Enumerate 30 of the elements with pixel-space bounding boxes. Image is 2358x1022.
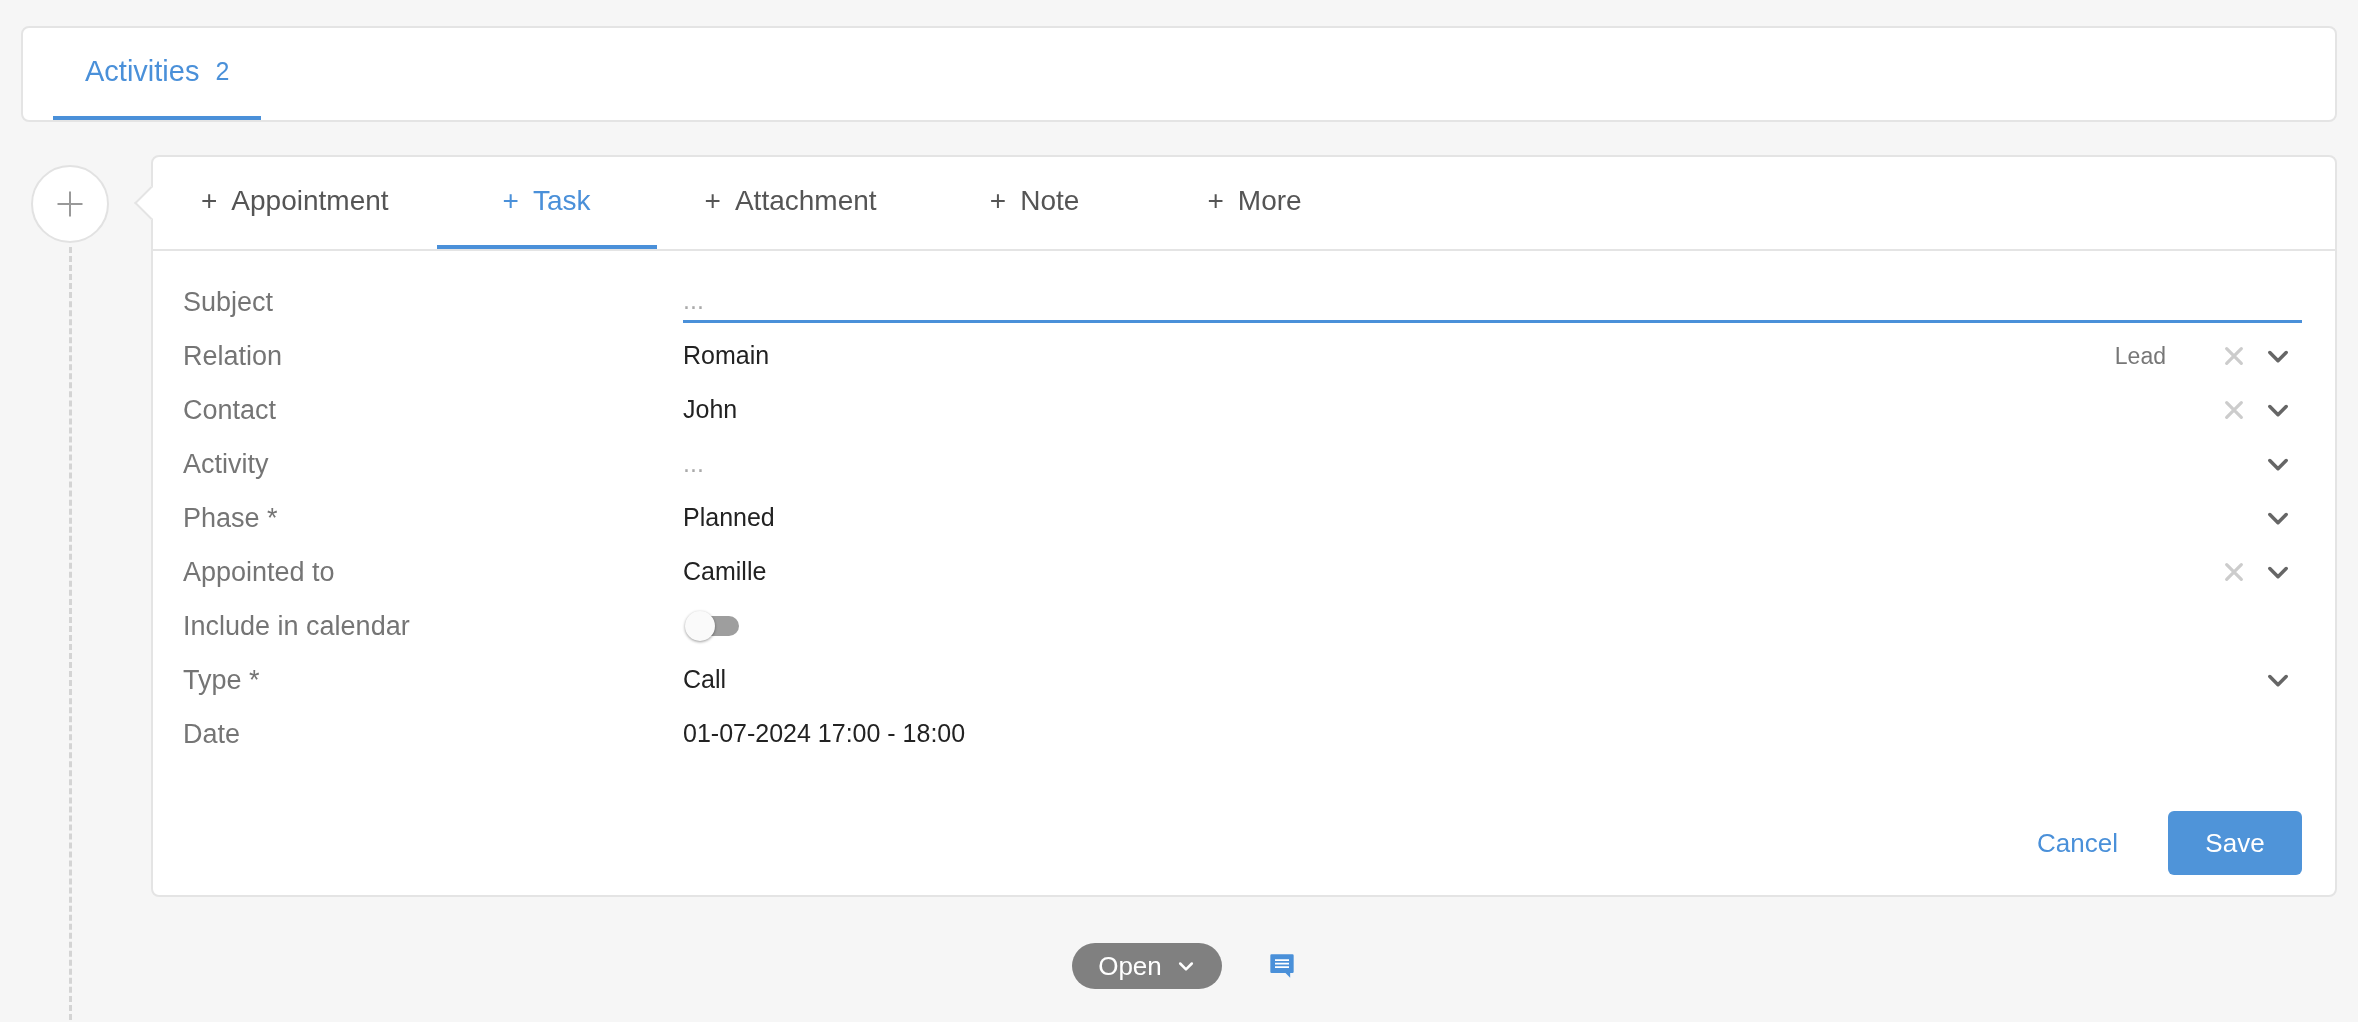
select-field[interactable]: John [683, 389, 2302, 431]
field-label: Relation [183, 340, 283, 371]
select-placeholder: ... [683, 448, 704, 480]
select-value: Camille [683, 556, 767, 588]
select-field[interactable]: Camille [683, 551, 2302, 593]
field-label: Type * [183, 664, 260, 695]
select-field[interactable]: Romain Lead [683, 335, 2302, 377]
activity-type-tab[interactable]: + Note [924, 157, 1145, 249]
status-dropdown[interactable]: Open [1072, 943, 1222, 989]
activity-type-tab[interactable]: + Appointment [153, 157, 437, 249]
activity-type-tab[interactable]: + More [1144, 157, 1365, 249]
field-label: Include in calendar [183, 610, 410, 641]
comment-icon[interactable] [1267, 952, 1296, 980]
date-value: 01-07-2024 17:00 - 18:00 [683, 718, 966, 750]
select-field[interactable]: Planned [683, 497, 2302, 539]
field-label: Contact [183, 394, 277, 425]
select-value: Planned [683, 502, 775, 534]
field-label: Activity [183, 448, 269, 479]
plus-icon [55, 189, 85, 219]
select-field[interactable]: Call [683, 659, 2302, 701]
field-label: Date [183, 718, 241, 749]
subject-input[interactable]: ... [683, 281, 2302, 323]
field-label: Appointed to [183, 556, 335, 587]
select-value: Romain [683, 340, 770, 372]
select-value: John [683, 394, 738, 426]
field-label: Subject [183, 286, 274, 317]
relation-type: Lead [2114, 341, 2166, 371]
field-label: Phase * [183, 502, 278, 533]
select-value: Call [683, 664, 727, 696]
activity-type-tab[interactable]: + Attachment [656, 157, 925, 249]
